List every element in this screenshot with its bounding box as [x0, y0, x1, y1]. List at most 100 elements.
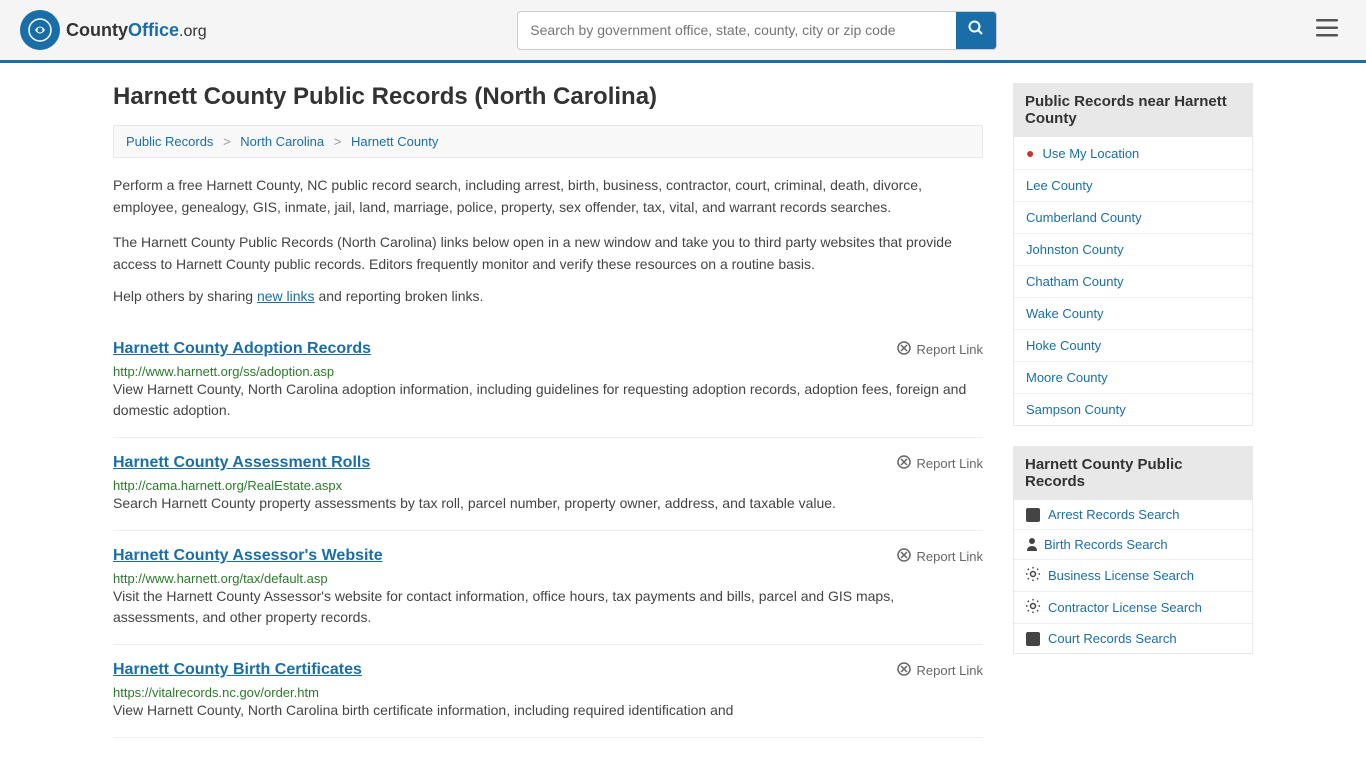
sidebar-public-records-section: Harnett County Public Records Arrest Rec…	[1013, 446, 1253, 654]
main-container: Harnett County Public Records (North Car…	[83, 63, 1283, 758]
sidebar-item-sampson-county[interactable]: Sampson County	[1014, 394, 1252, 425]
birth-records-icon	[1026, 538, 1036, 552]
list-item: Cumberland County	[1014, 202, 1252, 234]
sidebar-nearby-list: ● Use My Location Lee County Cumberland …	[1013, 137, 1253, 426]
breadcrumb: Public Records > North Carolina > Harnet…	[113, 125, 983, 158]
report-icon	[896, 454, 912, 473]
report-link-button[interactable]: Report Link	[896, 547, 983, 566]
sidebar-item-wake-county[interactable]: Wake County	[1014, 298, 1252, 329]
breadcrumb-sep2: >	[334, 134, 345, 149]
record-item: Harnett County Birth Certificates Report…	[113, 645, 983, 738]
record-desc: View Harnett County, North Carolina adop…	[113, 379, 983, 421]
report-icon	[896, 661, 912, 680]
page-title: Harnett County Public Records (North Car…	[113, 83, 983, 111]
record-url[interactable]: http://www.harnett.org/ss/adoption.asp	[113, 364, 334, 379]
record-header: Harnett County Assessor's Website Report…	[113, 547, 983, 566]
court-records-label: Court Records Search	[1048, 631, 1177, 646]
list-item: Chatham County	[1014, 266, 1252, 298]
records-list: Harnett County Adoption Records Report L…	[113, 324, 983, 738]
sidebar-item-johnston-county[interactable]: Johnston County	[1014, 234, 1252, 265]
search-input[interactable]	[518, 14, 956, 46]
new-links[interactable]: new links	[257, 288, 315, 304]
list-item: Hoke County	[1014, 330, 1252, 362]
search-button[interactable]	[956, 12, 996, 49]
sidebar-item-business-license[interactable]: Business License Search	[1014, 560, 1252, 591]
sidebar-item-cumberland-county[interactable]: Cumberland County	[1014, 202, 1252, 233]
breadcrumb-county[interactable]: Harnett County	[351, 134, 438, 149]
sampson-county-label: Sampson County	[1026, 402, 1126, 417]
record-title[interactable]: Harnett County Assessment Rolls	[113, 454, 370, 472]
breadcrumb-nc[interactable]: North Carolina	[240, 134, 324, 149]
intro-paragraph-2: The Harnett County Public Records (North…	[113, 231, 983, 276]
record-header: Harnett County Birth Certificates Report…	[113, 661, 983, 680]
list-item: Sampson County	[1014, 394, 1252, 425]
search-bar	[517, 11, 997, 50]
record-title[interactable]: Harnett County Birth Certificates	[113, 661, 362, 679]
sidebar-nearby-header: Public Records near Harnett County	[1013, 83, 1253, 137]
arrest-records-icon	[1026, 508, 1040, 522]
use-my-location-label: Use My Location	[1042, 146, 1139, 161]
list-item: Johnston County	[1014, 234, 1252, 266]
sidebar-records-list: Arrest Records Search Birth Records Sear…	[1013, 500, 1253, 654]
record-desc: Search Harnett County property assessmen…	[113, 493, 983, 514]
use-my-location-link[interactable]: ● Use My Location	[1014, 137, 1252, 169]
list-item: Birth Records Search	[1014, 530, 1252, 560]
record-item: Harnett County Assessment Rolls Report L…	[113, 438, 983, 531]
record-title[interactable]: Harnett County Assessor's Website	[113, 547, 383, 565]
record-desc: Visit the Harnett County Assessor's webs…	[113, 586, 983, 628]
cumberland-county-label: Cumberland County	[1026, 210, 1142, 225]
header: CountyOffice.org	[0, 0, 1366, 63]
record-url[interactable]: http://cama.harnett.org/RealEstate.aspx	[113, 478, 342, 493]
sidebar-item-hoke-county[interactable]: Hoke County	[1014, 330, 1252, 361]
report-icon	[896, 547, 912, 566]
record-header: Harnett County Adoption Records Report L…	[113, 340, 983, 359]
logo-area: CountyOffice.org	[20, 10, 207, 50]
sidebar-item-chatham-county[interactable]: Chatham County	[1014, 266, 1252, 297]
contractor-license-icon	[1026, 599, 1040, 616]
report-label: Report Link	[917, 663, 983, 678]
report-label: Report Link	[917, 549, 983, 564]
breadcrumb-public-records[interactable]: Public Records	[126, 134, 213, 149]
business-license-icon	[1026, 567, 1040, 584]
court-records-icon	[1026, 632, 1040, 646]
list-item: Contractor License Search	[1014, 592, 1252, 624]
breadcrumb-sep1: >	[223, 134, 234, 149]
record-url[interactable]: http://www.harnett.org/tax/default.asp	[113, 571, 328, 586]
record-header: Harnett County Assessment Rolls Report L…	[113, 454, 983, 473]
sidebar-nearby-section: Public Records near Harnett County ● Use…	[1013, 83, 1253, 426]
sidebar-item-contractor-license[interactable]: Contractor License Search	[1014, 592, 1252, 623]
record-url[interactable]: https://vitalrecords.nc.gov/order.htm	[113, 685, 319, 700]
report-link-button[interactable]: Report Link	[896, 454, 983, 473]
share-post: and reporting broken links.	[315, 288, 484, 304]
list-item: Arrest Records Search	[1014, 500, 1252, 530]
sidebar-item-court-records[interactable]: Court Records Search	[1014, 624, 1252, 653]
menu-button[interactable]	[1308, 13, 1346, 47]
wake-county-label: Wake County	[1026, 306, 1104, 321]
business-license-label: Business License Search	[1048, 568, 1194, 583]
moore-county-label: Moore County	[1026, 370, 1108, 385]
hoke-county-label: Hoke County	[1026, 338, 1101, 353]
list-item: Moore County	[1014, 362, 1252, 394]
report-link-button[interactable]: Report Link	[896, 340, 983, 359]
share-text: Help others by sharing new links and rep…	[113, 288, 983, 304]
intro-paragraph-1: Perform a free Harnett County, NC public…	[113, 174, 983, 219]
location-icon: ●	[1026, 145, 1034, 161]
report-icon	[896, 340, 912, 359]
record-item: Harnett County Adoption Records Report L…	[113, 324, 983, 438]
birth-records-label: Birth Records Search	[1044, 537, 1168, 552]
sidebar-item-moore-county[interactable]: Moore County	[1014, 362, 1252, 393]
list-item: Court Records Search	[1014, 624, 1252, 653]
report-label: Report Link	[917, 456, 983, 471]
sidebar-item-arrest-records[interactable]: Arrest Records Search	[1014, 500, 1252, 529]
chatham-county-label: Chatham County	[1026, 274, 1124, 289]
sidebar-item-lee-county[interactable]: Lee County	[1014, 170, 1252, 201]
record-title[interactable]: Harnett County Adoption Records	[113, 340, 371, 358]
contractor-license-label: Contractor License Search	[1048, 600, 1202, 615]
record-item: Harnett County Assessor's Website Report…	[113, 531, 983, 645]
sidebar-item-birth-records[interactable]: Birth Records Search	[1014, 530, 1252, 559]
record-desc: View Harnett County, North Carolina birt…	[113, 700, 983, 721]
report-link-button[interactable]: Report Link	[896, 661, 983, 680]
logo-text: CountyOffice.org	[66, 20, 207, 41]
arrest-records-label: Arrest Records Search	[1048, 507, 1180, 522]
logo-icon	[20, 10, 60, 50]
